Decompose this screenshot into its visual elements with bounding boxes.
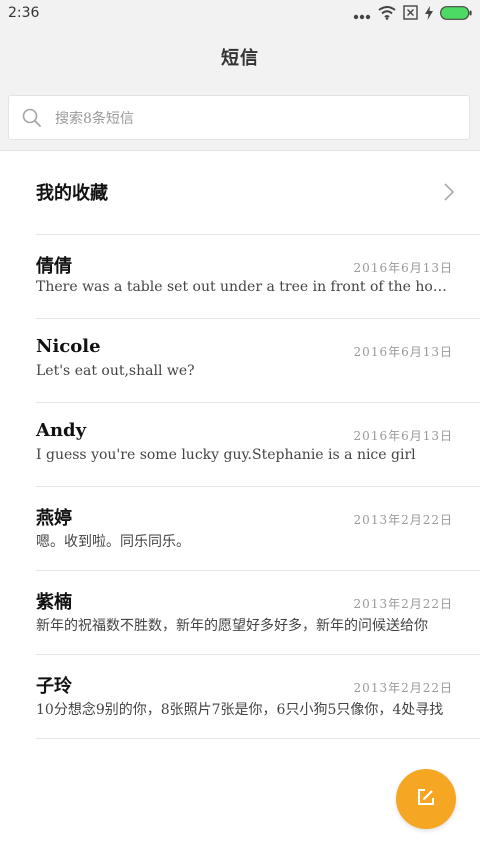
contact-name: Nicole: [36, 336, 101, 357]
title-bar: 短信: [0, 28, 480, 86]
contact-name: 倩倩: [36, 256, 72, 277]
search-bar: [0, 86, 480, 151]
compose-icon: [416, 787, 436, 811]
status-bar: 2:36: [0, 0, 480, 28]
conversation-item[interactable]: 燕婷 2013年2月22日 嗯。收到啦。同乐同乐。: [0, 486, 480, 570]
conversation-item[interactable]: 子玲 2013年2月22日 10分想念9别的你，8张照片7张是你，6只小狗5只像…: [0, 654, 480, 738]
message-preview: 10分想念9别的你，8张照片7张是你，6只小狗5只像你，4处寻找: [36, 702, 444, 718]
message-date: 2016年6月13日: [353, 261, 453, 275]
conversation-item[interactable]: 紫楠 2013年2月22日 新年的祝福数不胜数，新年的愿望好多好多，新年的问候送…: [0, 570, 480, 654]
chevron-right-icon: [443, 183, 455, 205]
contact-name: 燕婷: [36, 508, 72, 529]
signal-dots-icon: [353, 5, 371, 24]
contact-name: 子玲: [36, 676, 72, 697]
favorites-row[interactable]: 我的收藏: [0, 150, 480, 234]
favorites-label: 我的收藏: [36, 183, 108, 204]
status-icons: [353, 5, 472, 24]
message-date: 2013年2月22日: [353, 681, 453, 695]
battery-icon: [440, 5, 472, 24]
message-preview: 嗯。收到啦。同乐同乐。: [36, 534, 190, 550]
no-sim-icon: [403, 5, 418, 24]
search-input[interactable]: [53, 96, 457, 141]
search-icon: [21, 107, 43, 133]
charging-bolt-icon: [425, 5, 433, 24]
conversation-item[interactable]: Andy 2016年6月13日 I guess you're some luck…: [0, 402, 480, 486]
page-title: 短信: [221, 48, 259, 69]
contact-name: Andy: [36, 420, 87, 441]
divider: [36, 738, 480, 739]
search-box[interactable]: [8, 95, 470, 141]
conversation-item[interactable]: Nicole 2016年6月13日 Let's eat out,shall we…: [0, 318, 480, 402]
message-date: 2016年6月13日: [353, 345, 453, 359]
message-date: 2016年6月13日: [353, 429, 453, 443]
contact-name: 紫楠: [36, 592, 72, 613]
wifi-icon: [378, 5, 396, 24]
message-preview: There was a table set out under a tree i…: [36, 279, 454, 295]
status-time: 2:36: [8, 5, 40, 21]
message-date: 2013年2月22日: [353, 597, 453, 611]
compose-button[interactable]: [396, 769, 456, 829]
message-preview: I guess you're some lucky guy.Stephanie …: [36, 447, 416, 463]
message-preview: 新年的祝福数不胜数，新年的愿望好多好多，新年的问候送给你: [36, 618, 428, 634]
message-preview: Let's eat out,shall we?: [36, 363, 195, 379]
message-date: 2013年2月22日: [353, 513, 453, 527]
conversation-item[interactable]: 倩倩 2016年6月13日 There was a table set out …: [0, 234, 480, 318]
